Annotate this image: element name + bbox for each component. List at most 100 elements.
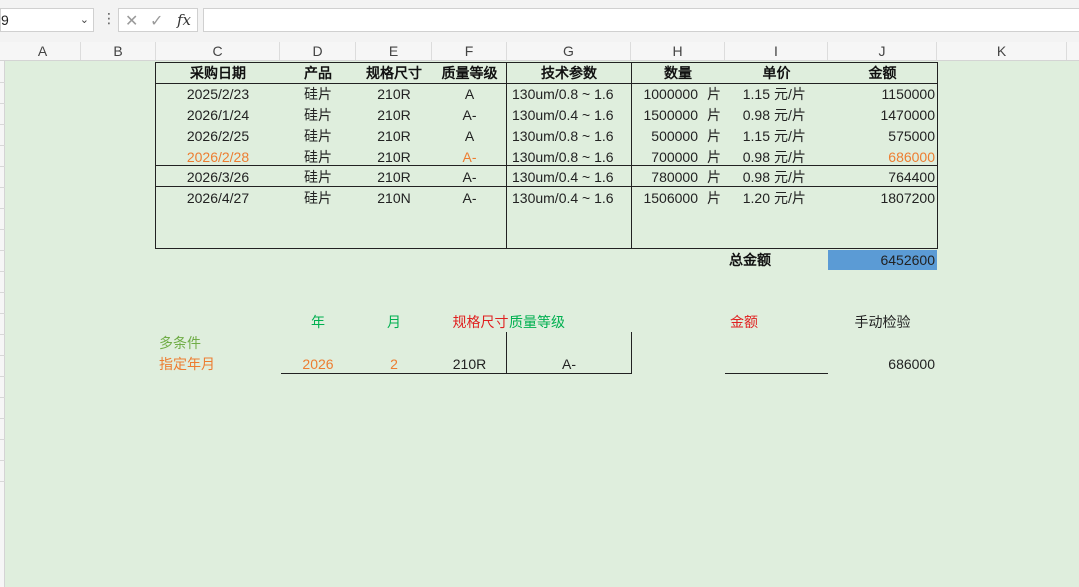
cell-unit: 片 xyxy=(707,190,721,206)
cell-spec[interactable]: 210R xyxy=(356,84,432,104)
cell-amount-highlight[interactable]: 686000 xyxy=(828,147,935,167)
cell-price-unit: 元/片 xyxy=(774,86,806,102)
cell-qty[interactable]: 1000000 xyxy=(631,84,698,104)
cell-product[interactable]: 硅片 xyxy=(280,84,356,104)
more-options-icon[interactable]: ⋮ xyxy=(102,10,116,27)
query-title-line1[interactable]: 多条件 xyxy=(159,333,201,353)
cell-price-unit: 元/片 xyxy=(774,128,806,144)
confirm-icon[interactable]: ✓ xyxy=(150,11,163,31)
query-header-amount[interactable]: 金额 xyxy=(725,312,763,332)
name-box[interactable]: 9 ⌄ xyxy=(0,8,94,32)
cell-product[interactable]: 硅片 xyxy=(280,188,356,208)
formula-bar: 9 ⌄ ⋮ ✕ ✓ fx xyxy=(0,0,1079,42)
header-amount[interactable]: 金额 xyxy=(828,63,937,83)
cell-tech[interactable]: 130um/0.8 ~ 1.6 xyxy=(512,147,614,167)
cell-product[interactable]: 硅片 xyxy=(280,105,356,125)
cell-spec[interactable]: 210R xyxy=(356,147,432,167)
header-qty[interactable]: 数量 xyxy=(631,63,725,83)
cancel-icon[interactable]: ✕ xyxy=(125,11,138,31)
cell-price[interactable]: 1.20 xyxy=(725,188,770,208)
cell-tech[interactable]: 130um/0.4 ~ 1.6 xyxy=(512,105,614,125)
query-header-month[interactable]: 月 xyxy=(356,312,432,332)
query-header-manual[interactable]: 手动检验 xyxy=(828,312,937,332)
cell-price[interactable]: 0.98 xyxy=(725,167,770,187)
cell-spec[interactable]: 210N xyxy=(356,188,432,208)
cell-product[interactable]: 硅片 xyxy=(280,147,356,167)
cell-price-unit: 元/片 xyxy=(774,107,806,123)
cell-tech[interactable]: 130um/0.8 ~ 1.6 xyxy=(512,126,614,146)
cell-qty[interactable]: 780000 xyxy=(631,167,698,187)
manual-check-value[interactable]: 686000 xyxy=(828,354,935,374)
cell-date[interactable]: 2025/2/23 xyxy=(156,84,280,104)
cell-spec[interactable]: 210R xyxy=(356,126,432,146)
cell-amount[interactable]: 1807200 xyxy=(828,188,935,208)
column-header-b[interactable]: B xyxy=(81,42,156,60)
cell-amount[interactable]: 764400 xyxy=(828,167,935,187)
header-tech[interactable]: 技术参数 xyxy=(507,63,631,83)
cell-qty[interactable]: 500000 xyxy=(631,126,698,146)
cell-amount[interactable]: 1150000 xyxy=(828,84,935,104)
cell-tech[interactable]: 130um/0.4 ~ 1.6 xyxy=(512,167,614,187)
query-underline xyxy=(281,373,632,374)
cell-qty[interactable]: 1506000 xyxy=(631,188,698,208)
cell-product[interactable]: 硅片 xyxy=(280,167,356,187)
cell-price[interactable]: 1.15 xyxy=(725,84,770,104)
column-header-k[interactable]: K xyxy=(937,42,1067,60)
cell-date[interactable]: 2026/2/25 xyxy=(156,126,280,146)
cell-qty[interactable]: 700000 xyxy=(631,147,698,167)
column-header-a[interactable]: A xyxy=(5,42,81,60)
cell-tech[interactable]: 130um/0.8 ~ 1.6 xyxy=(512,84,614,104)
cell-grade[interactable]: A xyxy=(432,84,507,104)
cell-spec[interactable]: 210R xyxy=(356,105,432,125)
cell-price-unit: 元/片 xyxy=(774,169,806,185)
cell-unit: 片 xyxy=(707,149,721,165)
cell-unit: 片 xyxy=(707,107,721,123)
column-header-j[interactable]: J xyxy=(828,42,937,60)
column-header-g[interactable]: G xyxy=(507,42,631,60)
header-grade[interactable]: 质量等级 xyxy=(432,63,507,83)
cell-price-unit: 元/片 xyxy=(774,149,806,165)
header-price[interactable]: 单价 xyxy=(725,63,828,83)
column-header-f[interactable]: F xyxy=(432,42,507,60)
cell-grade[interactable]: A- xyxy=(432,188,507,208)
query-spec-value[interactable]: 210R xyxy=(432,354,507,374)
formula-input[interactable] xyxy=(203,8,1079,32)
column-header-d[interactable]: D xyxy=(280,42,356,60)
header-product[interactable]: 产品 xyxy=(280,63,356,83)
cell-grade[interactable]: A- xyxy=(432,105,507,125)
cell-tech[interactable]: 130um/0.4 ~ 1.6 xyxy=(512,188,614,208)
column-header-c[interactable]: C xyxy=(156,42,280,60)
cell-date[interactable]: 2026/4/27 xyxy=(156,188,280,208)
query-header-year[interactable]: 年 xyxy=(280,312,356,332)
cell-grade[interactable]: A xyxy=(432,126,507,146)
fx-icon[interactable]: fx xyxy=(177,11,191,29)
cell-unit: 片 xyxy=(707,86,721,102)
cell-amount[interactable]: 575000 xyxy=(828,126,935,146)
query-header-grade[interactable]: 质量等级 xyxy=(509,312,565,332)
cell-product[interactable]: 硅片 xyxy=(280,126,356,146)
cell-date[interactable]: 2026/3/26 xyxy=(156,167,280,187)
cell-price[interactable]: 0.98 xyxy=(725,105,770,125)
query-title-line2[interactable]: 指定年月 xyxy=(159,354,215,374)
cell-qty[interactable]: 1500000 xyxy=(631,105,698,125)
column-header-h[interactable]: H xyxy=(631,42,725,60)
total-label[interactable]: 总金额 xyxy=(729,250,771,270)
cell-amount[interactable]: 1470000 xyxy=(828,105,935,125)
query-grade-value[interactable]: A- xyxy=(507,354,631,374)
cell-date-highlight[interactable]: 2026/2/28 xyxy=(156,147,280,167)
cell-grade-highlight[interactable]: A- xyxy=(432,147,507,167)
cell-spec[interactable]: 210R xyxy=(356,167,432,187)
query-year-value[interactable]: 2026 xyxy=(280,354,356,374)
amount-underline xyxy=(725,373,828,374)
query-month-value[interactable]: 2 xyxy=(356,354,432,374)
column-header-i[interactable]: I xyxy=(725,42,828,60)
header-date[interactable]: 采购日期 xyxy=(156,63,280,83)
column-header-e[interactable]: E xyxy=(356,42,432,60)
chevron-down-icon[interactable]: ⌄ xyxy=(80,9,89,31)
header-spec[interactable]: 规格尺寸 xyxy=(356,63,432,83)
total-value[interactable]: 6452600 xyxy=(828,250,935,270)
cell-price[interactable]: 0.98 xyxy=(725,147,770,167)
cell-date[interactable]: 2026/1/24 xyxy=(156,105,280,125)
cell-grade[interactable]: A- xyxy=(432,167,507,187)
cell-price[interactable]: 1.15 xyxy=(725,126,770,146)
